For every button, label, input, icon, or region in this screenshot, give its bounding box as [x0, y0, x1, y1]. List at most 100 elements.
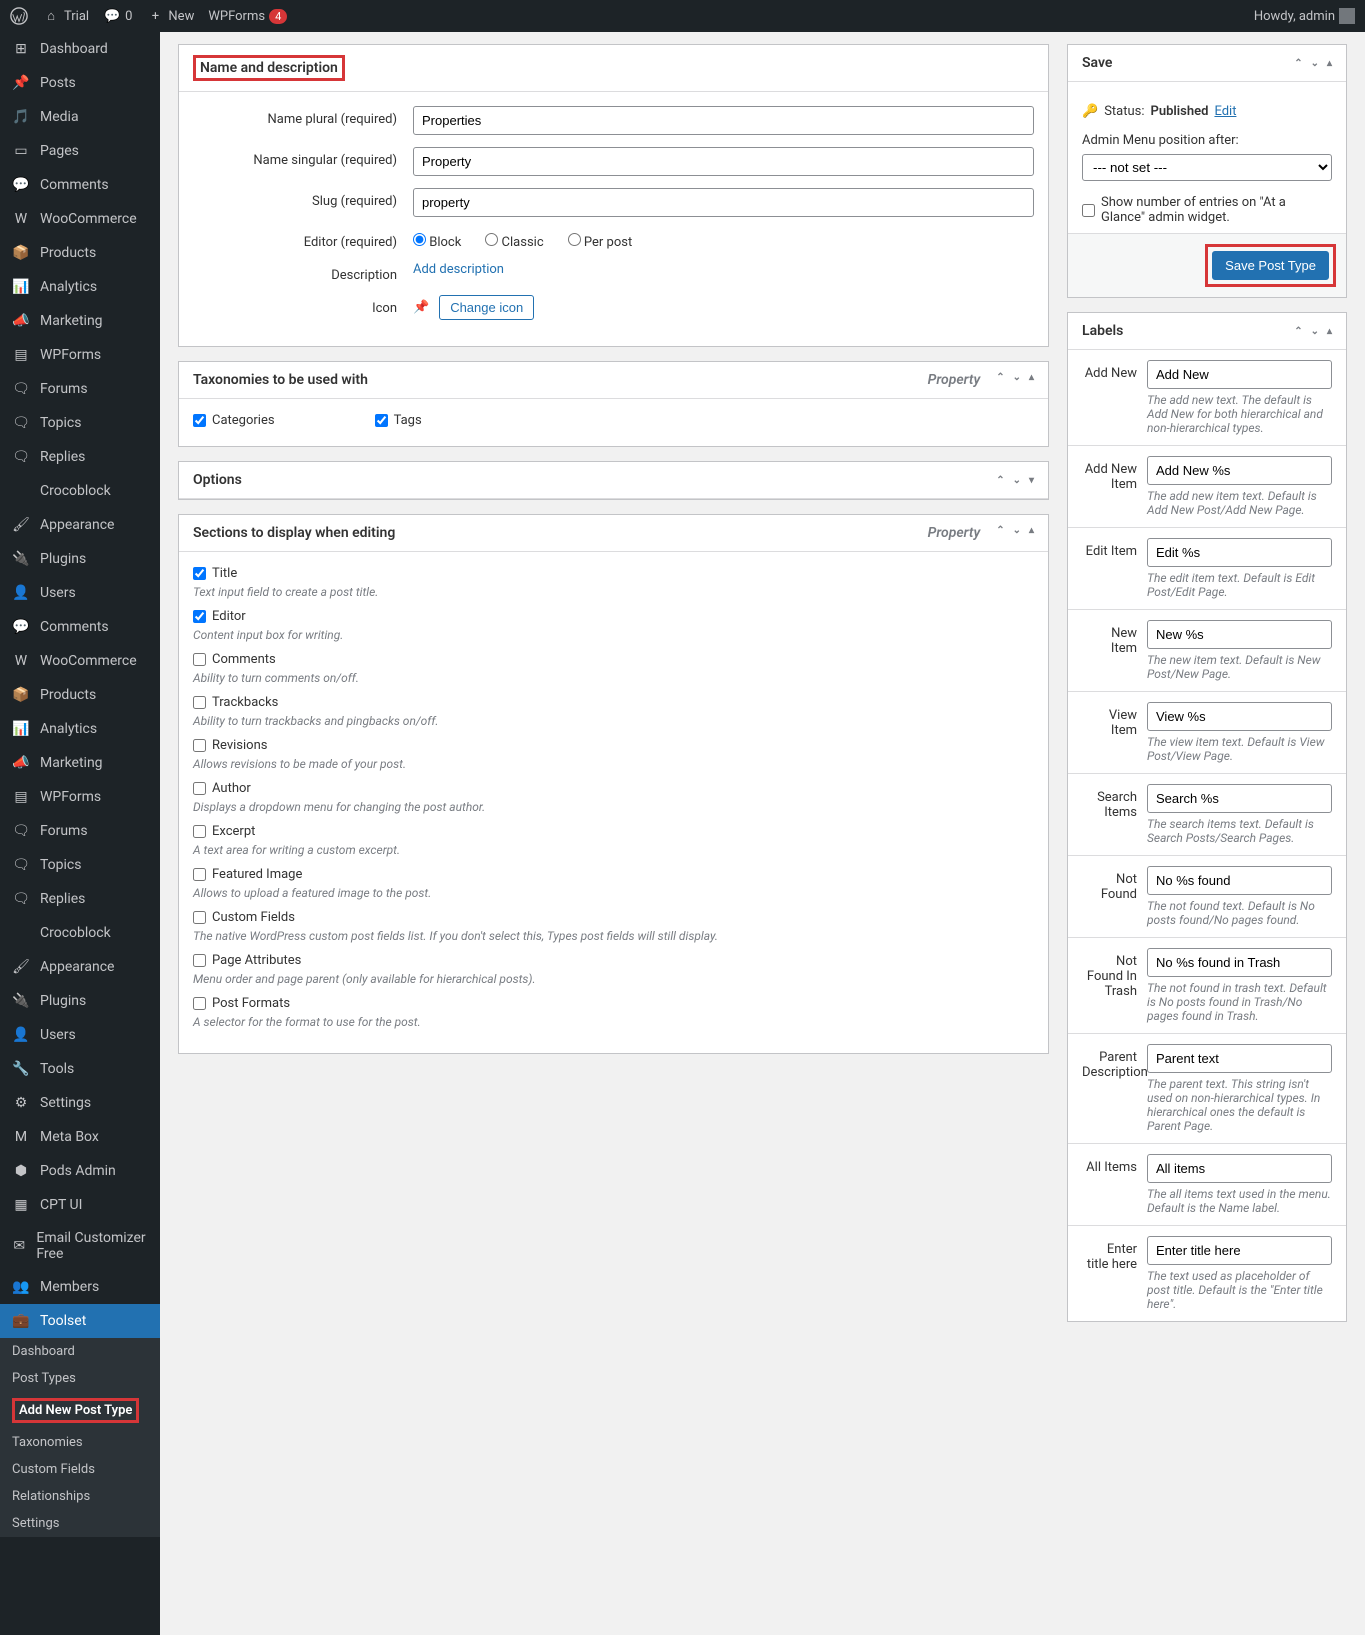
chevron-down-icon[interactable]: ⌄ — [1311, 326, 1319, 337]
section-excerpt[interactable]: Excerpt — [193, 824, 1034, 839]
chevron-up-icon[interactable]: ⌃ — [996, 525, 1004, 541]
sidebar-item-plugins[interactable]: 🔌Plugins — [0, 542, 160, 576]
sidebar-item-appearance[interactable]: 🖌Appearance — [0, 950, 160, 984]
section-author[interactable]: Author — [193, 781, 1034, 796]
chevron-up-icon[interactable]: ⌃ — [996, 475, 1004, 486]
label-field-input[interactable] — [1147, 1236, 1332, 1265]
sidebar-item-analytics[interactable]: 📊Analytics — [0, 712, 160, 746]
sidebar-item-forums[interactable]: 🗨Forums — [0, 814, 160, 848]
sidebar-item-email-customizer-free[interactable]: ✉Email Customizer Free — [0, 1222, 160, 1270]
sidebar-item-posts[interactable]: 📌Posts — [0, 66, 160, 100]
slug-input[interactable] — [413, 188, 1034, 217]
submenu-item-add-new-post-type[interactable]: Add New Post Type — [0, 1392, 160, 1429]
label-field-input[interactable] — [1147, 1154, 1332, 1183]
account-link[interactable]: Howdy, admin — [1254, 8, 1355, 24]
collapse-icon[interactable]: ▴ — [1327, 58, 1332, 69]
section-post-formats[interactable]: Post Formats — [193, 996, 1034, 1011]
editor-radio-classic[interactable]: Classic — [485, 233, 543, 250]
sidebar-item-analytics[interactable]: 📊Analytics — [0, 270, 160, 304]
comments-link[interactable]: 💬0 — [103, 7, 132, 25]
chevron-down-icon[interactable]: ⌄ — [1013, 525, 1021, 541]
sidebar-item-dashboard[interactable]: ⊞Dashboard — [0, 32, 160, 66]
submenu-item-post-types[interactable]: Post Types — [0, 1365, 160, 1392]
submenu-item-relationships[interactable]: Relationships — [0, 1483, 160, 1510]
section-trackbacks[interactable]: Trackbacks — [193, 695, 1034, 710]
sidebar-item-marketing[interactable]: 📣Marketing — [0, 304, 160, 338]
sidebar-item-pages[interactable]: ▭Pages — [0, 134, 160, 168]
site-link[interactable]: ⌂Trial — [42, 7, 89, 25]
section-featured-image[interactable]: Featured Image — [193, 867, 1034, 882]
name-plural-input[interactable] — [413, 106, 1034, 135]
sidebar-item-tools[interactable]: 🔧Tools — [0, 1052, 160, 1086]
chevron-down-icon[interactable]: ⌄ — [1013, 372, 1021, 388]
sidebar-item-plugins[interactable]: 🔌Plugins — [0, 984, 160, 1018]
sidebar-item-woocommerce[interactable]: WWooCommerce — [0, 644, 160, 678]
section-revisions[interactable]: Revisions — [193, 738, 1034, 753]
label-field-input[interactable] — [1147, 538, 1332, 567]
taxonomy-categories[interactable]: Categories — [193, 413, 275, 428]
sidebar-item-wpforms[interactable]: ▤WPForms — [0, 338, 160, 372]
label-field-input[interactable] — [1147, 948, 1332, 977]
sidebar-item-replies[interactable]: 🗨Replies — [0, 440, 160, 474]
collapse-icon[interactable]: ▴ — [1029, 372, 1034, 388]
label-field-input[interactable] — [1147, 702, 1332, 731]
submenu-item-dashboard[interactable]: Dashboard — [0, 1338, 160, 1365]
sidebar-item-replies[interactable]: 🗨Replies — [0, 882, 160, 916]
sidebar-item-cpt-ui[interactable]: ▦CPT UI — [0, 1188, 160, 1222]
sidebar-item-users[interactable]: 👤Users — [0, 1018, 160, 1052]
section-custom-fields[interactable]: Custom Fields — [193, 910, 1034, 925]
sidebar-item-products[interactable]: 📦Products — [0, 236, 160, 270]
label-field-input[interactable] — [1147, 866, 1332, 895]
sidebar-item-wpforms[interactable]: ▤WPForms — [0, 780, 160, 814]
sidebar-item-pods-admin[interactable]: ⬢Pods Admin — [0, 1154, 160, 1188]
submenu-item-custom-fields[interactable]: Custom Fields — [0, 1456, 160, 1483]
sidebar-item-topics[interactable]: 🗨Topics — [0, 848, 160, 882]
label-field-input[interactable] — [1147, 360, 1332, 389]
section-comments[interactable]: Comments — [193, 652, 1034, 667]
sidebar-item-crocoblock[interactable]: Crocoblock — [0, 916, 160, 950]
collapse-icon[interactable]: ▴ — [1327, 326, 1332, 337]
edit-status-link[interactable]: Edit — [1214, 104, 1236, 119]
add-description-link[interactable]: Add description — [413, 262, 504, 277]
sidebar-item-woocommerce[interactable]: WWooCommerce — [0, 202, 160, 236]
sidebar-item-comments[interactable]: 💬Comments — [0, 168, 160, 202]
chevron-down-icon[interactable]: ⌄ — [1013, 475, 1021, 486]
section-title[interactable]: Title — [193, 566, 1034, 581]
label-field-input[interactable] — [1147, 456, 1332, 485]
sidebar-item-comments[interactable]: 💬Comments — [0, 610, 160, 644]
sidebar-item-users[interactable]: 👤Users — [0, 576, 160, 610]
sidebar-item-toolset[interactable]: 💼Toolset — [0, 1304, 160, 1338]
chevron-up-icon[interactable]: ⌃ — [1294, 326, 1302, 337]
chevron-down-icon[interactable]: ⌄ — [1311, 58, 1319, 69]
name-singular-input[interactable] — [413, 147, 1034, 176]
menu-position-select[interactable]: --- not set --- — [1082, 154, 1332, 181]
sidebar-item-marketing[interactable]: 📣Marketing — [0, 746, 160, 780]
save-post-type-button[interactable]: Save Post Type — [1212, 251, 1329, 280]
sidebar-item-crocoblock[interactable]: Crocoblock — [0, 474, 160, 508]
sidebar-item-products[interactable]: 📦Products — [0, 678, 160, 712]
sidebar-item-topics[interactable]: 🗨Topics — [0, 406, 160, 440]
wp-logo[interactable] — [10, 7, 28, 25]
label-field-input[interactable] — [1147, 784, 1332, 813]
submenu-item-settings[interactable]: Settings — [0, 1510, 160, 1537]
chevron-up-icon[interactable]: ⌃ — [1294, 58, 1302, 69]
sidebar-item-appearance[interactable]: 🖌Appearance — [0, 508, 160, 542]
editor-radio-block[interactable]: Block — [413, 233, 461, 250]
change-icon-button[interactable]: Change icon — [439, 295, 534, 320]
sidebar-item-meta-box[interactable]: MMeta Box — [0, 1120, 160, 1154]
collapse-icon[interactable]: ▴ — [1029, 525, 1034, 541]
sidebar-item-media[interactable]: 🎵Media — [0, 100, 160, 134]
submenu-item-taxonomies[interactable]: Taxonomies — [0, 1429, 160, 1456]
taxonomy-tags[interactable]: Tags — [375, 413, 422, 428]
at-a-glance-checkbox[interactable] — [1082, 204, 1095, 217]
sidebar-item-forums[interactable]: 🗨Forums — [0, 372, 160, 406]
chevron-up-icon[interactable]: ⌃ — [996, 372, 1004, 388]
label-field-input[interactable] — [1147, 620, 1332, 649]
new-content[interactable]: +New — [146, 7, 194, 25]
wpforms-bar[interactable]: WPForms 4 — [208, 9, 287, 24]
sidebar-item-members[interactable]: 👥Members — [0, 1270, 160, 1304]
section-page-attributes[interactable]: Page Attributes — [193, 953, 1034, 968]
expand-icon[interactable]: ▾ — [1029, 475, 1034, 486]
label-field-input[interactable] — [1147, 1044, 1332, 1073]
editor-radio-per-post[interactable]: Per post — [568, 233, 633, 250]
